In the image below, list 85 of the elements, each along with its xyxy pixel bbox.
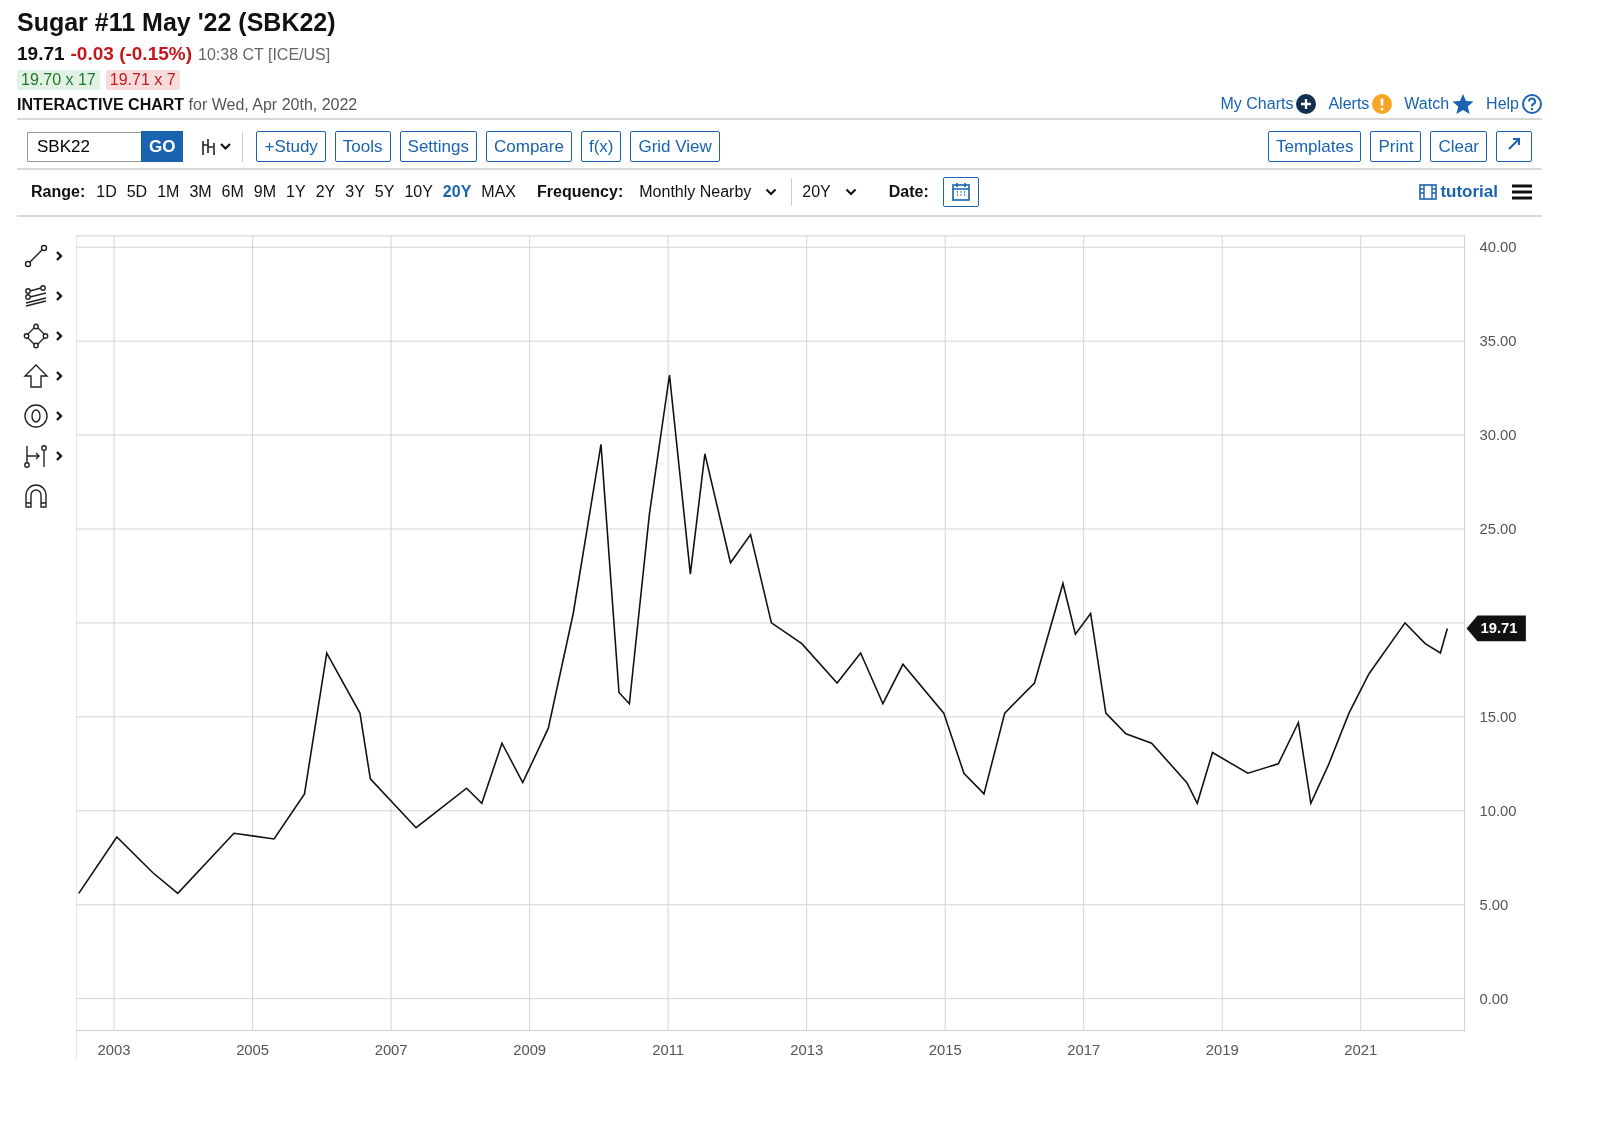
calendar-button[interactable] [942,177,979,207]
expand-button[interactable] [1496,131,1532,162]
chevron-right-icon [55,249,63,262]
x-axis-label: 2009 [513,1042,547,1059]
toolbar-button[interactable]: +Study [256,131,326,162]
last-price-flag: 19.71 [1466,615,1527,642]
range-option[interactable]: 9M [248,183,282,201]
toolbar-button[interactable]: Tools [334,131,391,162]
chart-heading: INTERACTIVE CHART for Wed, Apr 20th, 2022 [17,96,358,114]
toolbar-button[interactable]: f(x) [580,131,622,162]
header-link[interactable]: Help [1486,94,1542,114]
up-arrow-icon [23,362,49,389]
plus-circle-icon [1296,94,1317,114]
x-axis-label: 2013 [790,1042,824,1059]
toolbar-button[interactable]: Templates [1267,131,1362,162]
polygon-tool-icon [23,322,49,349]
last-price: 19.71 [17,43,65,65]
symbol-field[interactable]: SBK22 [27,131,141,162]
x-axis-label: 2021 [1344,1042,1378,1059]
x-axis-label: 2015 [929,1042,962,1059]
range-option[interactable]: 1Y [281,183,311,201]
y-axis-label: 5.00 [1479,896,1509,913]
range-option[interactable]: 5Y [369,183,400,201]
x-axis-label: 2011 [652,1042,685,1059]
y-axis-label: 10.00 [1479,802,1517,819]
toolbar-button[interactable]: Clear [1430,131,1487,162]
range-option[interactable]: 3M [184,183,217,201]
ask-quote: 19.71 x 7 [105,70,180,90]
range-option[interactable]: 1M [152,183,185,201]
frequency-dropdown[interactable]: Monthly Nearby [629,183,792,201]
chevron-right-icon [55,289,63,302]
period-dropdown[interactable]: 20Y [792,183,871,201]
magnet-icon [23,482,49,509]
y-axis-label: 15.00 [1479,708,1517,725]
range-option[interactable]: 3Y [340,183,370,201]
x-axis-label: 2005 [236,1042,270,1059]
range-option[interactable]: 1D [91,183,122,201]
toolbar-button[interactable]: Grid View [630,131,720,162]
expand-icon [1506,136,1522,152]
star-icon [1452,94,1475,114]
quote-time: 10:38 CT [ICE/US] [198,46,331,64]
tutorial-link[interactable]: tutorial [1419,182,1498,202]
page-title: Sugar #11 May '22 (SBK22) [17,8,336,37]
chevron-right-icon [55,409,63,422]
range-option[interactable]: 2Y [310,183,341,201]
y-axis-label: 25.00 [1479,520,1517,537]
range-option[interactable]: 10Y [399,183,438,201]
range-option[interactable]: MAX [476,183,521,201]
chevron-right-icon [55,369,63,382]
range-option[interactable]: 6M [216,183,249,201]
header-link[interactable]: Alerts [1328,94,1393,114]
y-axis-label: 35.00 [1479,333,1517,350]
y-axis-label: 0.00 [1479,990,1509,1007]
range-option[interactable]: 5D [121,183,153,201]
help-icon [1522,94,1542,114]
range-option[interactable]: 20Y [437,183,477,201]
x-axis-label: 2019 [1206,1042,1239,1059]
caret-icon [765,188,778,196]
header-link[interactable]: Watch [1404,94,1475,114]
chevron-right-icon [55,449,63,462]
toolbar-button[interactable]: Settings [399,131,477,162]
x-axis-label: 2007 [374,1042,408,1059]
range-label: Range: [31,183,86,201]
frequency-label: Frequency: [537,183,624,201]
go-button[interactable]: GO [141,131,184,162]
line-tool-icon [23,242,49,269]
y-axis-label: 40.00 [1479,239,1517,256]
x-axis-label: 2003 [97,1042,131,1059]
y-axis-label: 30.00 [1479,427,1517,443]
calendar-icon [950,182,971,202]
x-axis-label: 2017 [1067,1042,1101,1059]
price-change: -0.03 (-0.15%) [70,43,192,65]
header-link[interactable]: My Charts [1220,94,1317,114]
toolbar-button[interactable]: Print [1370,131,1422,162]
circle-tool-icon [23,402,49,429]
chevron-right-icon [55,329,63,342]
parallel-lines-icon [23,282,49,309]
alert-icon [1372,94,1393,114]
film-icon [1419,184,1438,200]
measure-tool-icon [23,442,49,469]
menu-icon[interactable] [1512,184,1532,200]
toolbar-button[interactable]: Compare [486,131,572,162]
date-label: Date: [888,183,929,201]
bid-quote: 19.70 x 17 [17,70,100,90]
caret-icon [844,188,857,196]
